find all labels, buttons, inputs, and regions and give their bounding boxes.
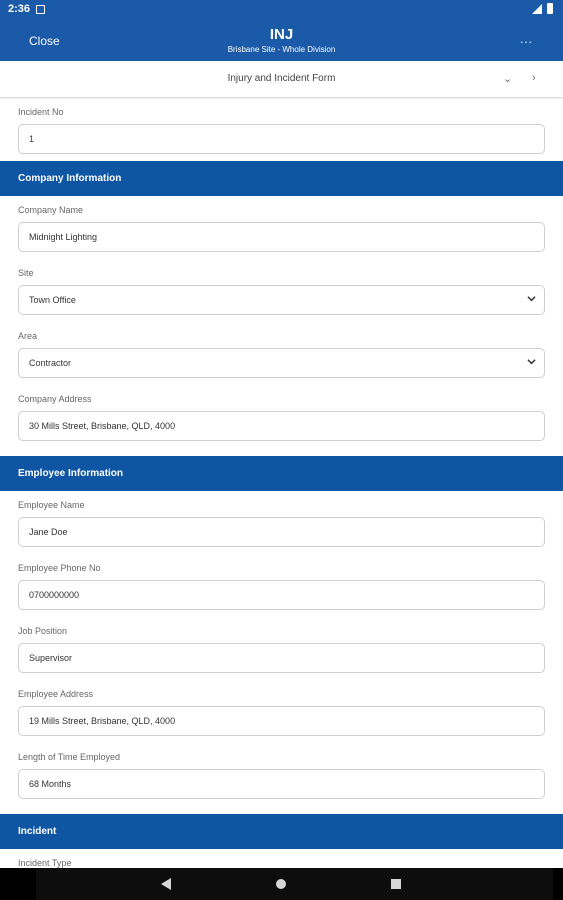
field-company-address: Company Address 30 Mills Street, Brisban… [0,385,563,448]
field-label: Employee Address [18,689,94,699]
chevron-right-icon[interactable]: › [532,72,536,84]
status-time: 2:36 [8,3,31,15]
more-options-button[interactable]: ... [520,32,533,46]
section-header-company: Company Information [0,161,563,196]
back-icon[interactable] [161,878,171,890]
app-bar: Close INJ Brisbane Site - Whole Division… [0,18,563,61]
field-label: Area [18,331,38,341]
status-icons [532,3,553,14]
field-label: Incident No [18,107,64,117]
status-bar: 2:36 [0,0,563,18]
recents-icon[interactable] [391,879,401,889]
section-header-employee: Employee Information [0,456,563,491]
job-position-input[interactable]: Supervisor [18,643,545,673]
employee-phone-input[interactable]: 0700000000 [18,580,545,610]
form-content[interactable]: Incident No 1 Company Information Compan… [0,98,563,868]
employee-name-input[interactable]: Jane Doe [18,517,545,547]
field-label: Employee Name [18,500,85,510]
field-employee-phone: Employee Phone No 0700000000 [0,554,563,617]
field-incident-no: Incident No 1 [0,98,563,161]
field-company-name: Company Name Midnight Lighting [0,196,563,259]
field-label: Incident Type [18,858,72,868]
battery-icon [547,3,553,14]
employee-address-input[interactable]: 19 Mills Street, Brisbane, QLD, 4000 [18,706,545,736]
section-header-incident: Incident [0,814,563,849]
form-navigator: Injury and Incident Form ⌄ › [0,61,563,98]
field-job-position: Job Position Supervisor [0,617,563,680]
field-label: Company Name [18,205,84,215]
chevron-down-icon [527,359,536,365]
field-employee-address: Employee Address 19 Mills Street, Brisba… [0,680,563,743]
company-name-input[interactable]: Midnight Lighting [18,222,545,252]
nav-bar-edge [0,868,36,900]
area-select-value: Contractor [29,358,72,368]
field-label: Company Address [18,394,92,404]
field-label: Job Position [18,626,68,636]
chevron-down-icon[interactable]: ⌄ [503,72,512,85]
notification-icon [36,4,46,14]
page-subtitle: Brisbane Site - Whole Division [227,45,336,54]
field-incident-type: Incident Type [0,849,563,868]
field-site: Site Town Office [0,259,563,322]
signal-icon [532,3,542,14]
length-employed-input[interactable]: 68 Months [18,769,545,799]
form-name[interactable]: Injury and Incident Form [0,73,563,84]
nav-bar-edge [553,868,563,900]
field-label: Length of Time Employed [18,752,121,762]
field-length-employed: Length of Time Employed 68 Months [0,743,563,806]
home-icon[interactable] [276,879,286,889]
system-nav-bar [0,868,563,900]
incident-no-input[interactable]: 1 [18,124,545,154]
field-label: Site [18,268,34,278]
chevron-down-icon [527,296,536,302]
area-select[interactable]: Contractor [18,348,545,378]
site-select[interactable]: Town Office [18,285,545,315]
site-select-value: Town Office [29,295,76,305]
page-title: INJ [269,26,294,43]
field-employee-name: Employee Name Jane Doe [0,491,563,554]
field-label: Employee Phone No [18,563,101,573]
company-address-input[interactable]: 30 Mills Street, Brisbane, QLD, 4000 [18,411,545,441]
field-area: Area Contractor [0,322,563,385]
